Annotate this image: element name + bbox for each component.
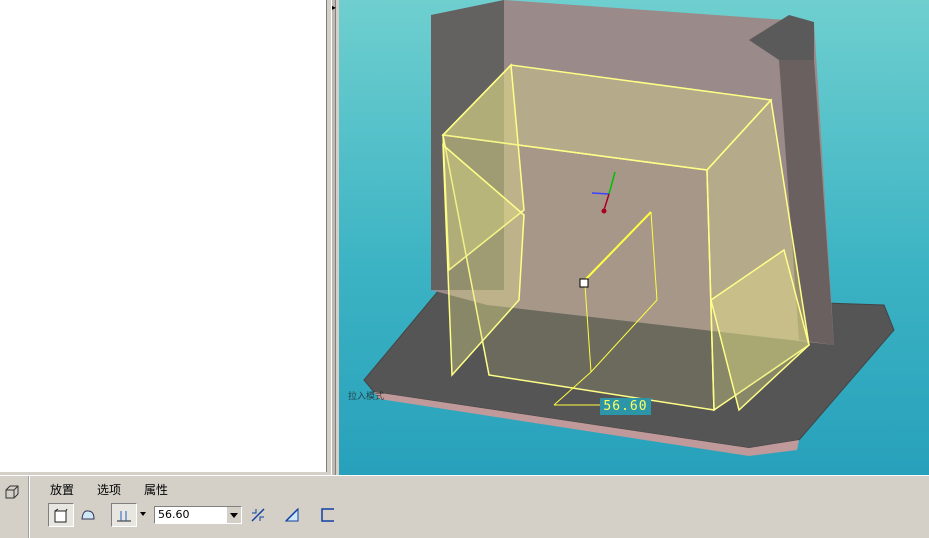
- flip-direction-icon: [251, 508, 265, 522]
- chevron-down-icon[interactable]: [226, 507, 241, 523]
- axis-z-dot: [601, 208, 607, 214]
- view-hint-label: 拉入模式: [348, 392, 385, 402]
- depth-value-text[interactable]: 56.60: [158, 508, 190, 521]
- remove-material-button[interactable]: [280, 503, 306, 527]
- collapse-arrow-icon[interactable]: ▸: [332, 4, 336, 12]
- tab-properties[interactable]: 属性: [144, 481, 168, 498]
- graphics-viewport[interactable]: 拉入模式 56.60: [339, 0, 929, 475]
- depth-dimension-label[interactable]: 56.60: [600, 398, 651, 415]
- depth-type-button[interactable]: [111, 503, 137, 527]
- axis-x: [591, 192, 610, 195]
- surface-button[interactable]: [76, 503, 102, 527]
- remove-material-icon: [284, 507, 299, 522]
- flip-direction-button[interactable]: [246, 503, 272, 527]
- solid-button[interactable]: [48, 503, 74, 527]
- depth-type-dropdown-icon[interactable]: [140, 512, 146, 516]
- solid-icon: [54, 508, 68, 523]
- tab-options[interactable]: 选项: [97, 481, 121, 498]
- thicken-icon: [321, 508, 334, 522]
- panel-splitter[interactable]: ▸: [327, 0, 339, 475]
- tab-placement[interactable]: 放置: [50, 481, 74, 498]
- depth-type-icon: [117, 511, 131, 522]
- dashboard-separator: [28, 476, 30, 538]
- model-tree-panel[interactable]: [0, 0, 327, 475]
- surface-icon: [81, 510, 95, 520]
- feature-dashboard: 放置 选项 属性 56.60: [0, 475, 929, 538]
- splitter-bar[interactable]: [331, 0, 336, 475]
- extrude-feature-icon: [4, 483, 22, 501]
- drag-handle[interactable]: [579, 278, 589, 288]
- thicken-button[interactable]: [316, 503, 342, 527]
- depth-value-input[interactable]: 56.60: [154, 506, 242, 524]
